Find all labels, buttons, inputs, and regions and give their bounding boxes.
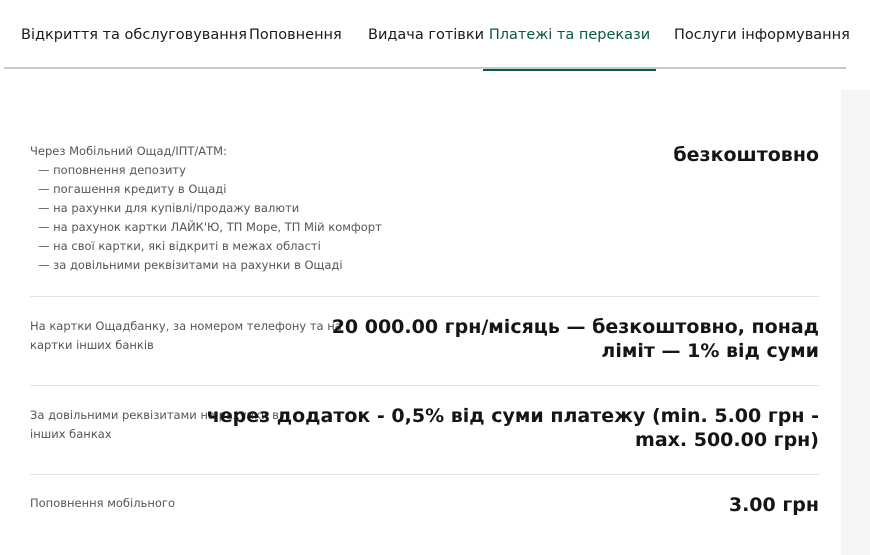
tab-top-up[interactable]: Поповнення: [249, 0, 342, 69]
row-sub-item: — поповнення депозиту: [38, 163, 186, 177]
row-label-line: На картки Ощадбанку, за номером телефону…: [30, 319, 342, 333]
tab-payments-transfers[interactable]: Платежі та перекази: [483, 0, 656, 71]
tab-bar: Відкриття та обслуговування Поповнення В…: [4, 0, 850, 71]
row-value-line: через додаток - 0,5% від суми платежу (m…: [206, 405, 819, 427]
row-label: Поповнення мобільного: [30, 496, 175, 510]
tariff-row-card-transfers: На картки Ощадбанку, за номером телефону…: [30, 315, 819, 386]
tab-cash-withdrawal[interactable]: Видача готівки: [368, 0, 484, 69]
tariff-row-free-transfers: Через Мобільний Ощад/ІПТ/АТМ: — поповнен…: [30, 142, 819, 297]
row-value: через додаток - 0,5% від суми платежу (m…: [207, 404, 819, 452]
row-sub-item: — на свої картки, які відкриті в межах о…: [38, 239, 321, 253]
row-value: безкоштовно: [673, 144, 819, 166]
row-value-line: max. 500.00 грн): [635, 429, 819, 451]
row-value: 20 000.00 грн/місяць — безкоштовно, пона…: [332, 315, 819, 363]
tariff-row-other-banks: За довільними реквізитами на рахунки в і…: [30, 404, 819, 475]
row-label: На картки Ощадбанку, за номером телефону…: [30, 317, 342, 355]
tariff-card: Через Мобільний Ощад/ІПТ/АТМ: — поповнен…: [0, 90, 841, 555]
row-sub-item: — на рахунки для купівлі/продажу валюти: [38, 201, 300, 215]
tariff-row-mobile-topup: Поповнення мобільного 3.00 грн: [30, 493, 819, 533]
row-sub-item: — погашення кредиту в Ощаді: [38, 182, 227, 196]
row-value: 3.00 грн: [728, 494, 819, 516]
tariff-panel: Через Мобільний Ощад/ІПТ/АТМ: — поповнен…: [0, 90, 870, 555]
row-value-line: ліміт — 1% від суми: [601, 340, 819, 362]
tab-info-services[interactable]: Послуги інформування: [674, 0, 850, 69]
tab-opening-servicing[interactable]: Відкриття та обслуговування: [21, 0, 247, 69]
row-value-line: 20 000.00 грн/місяць — безкоштовно, пона…: [331, 316, 819, 338]
row-sub-item: — на рахунок картки ЛАЙК'Ю, ТП Море, ТП …: [38, 220, 382, 234]
row-sub-item: — за довільними реквізитами на рахунки в…: [38, 258, 343, 272]
row-label-line: картки інших банків: [30, 338, 154, 352]
row-label-title: Через Мобільний Ощад/ІПТ/АТМ:: [30, 144, 227, 158]
row-label: Через Мобільний Ощад/ІПТ/АТМ: — поповнен…: [30, 142, 382, 275]
